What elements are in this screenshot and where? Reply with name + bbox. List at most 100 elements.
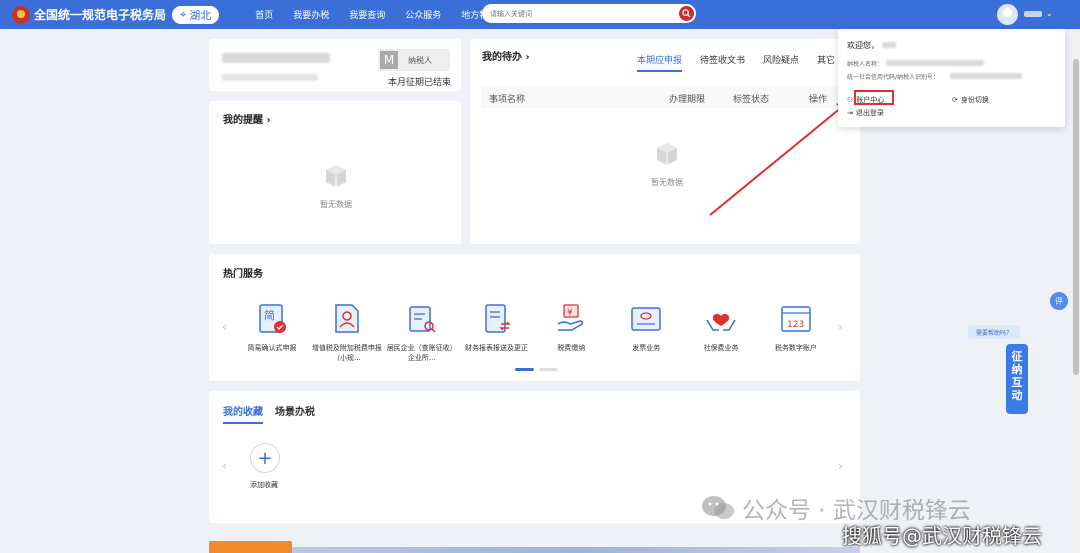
service-invoice[interactable]: 发票业务 (610, 302, 682, 363)
service-label: 税费缴纳 (557, 344, 586, 352)
todo-title[interactable]: 我的待办 › (482, 48, 530, 63)
nav-public-service[interactable]: 公众服务 (405, 8, 441, 21)
account-center-menu-item[interactable]: ⚇ 账户中心 (847, 95, 884, 105)
user-dropdown: 欢迎您， 纳税人名称： 统一社会信用代码/纳税人识别号： ⚇ 账户中心 ⟳ 身份… (838, 29, 1065, 127)
chevron-right-icon[interactable]: › (838, 459, 843, 473)
sohu-watermark: 搜狐号@武汉财税锋云 (842, 524, 1042, 548)
refresh-icon: ⟳ (952, 96, 958, 104)
reminders-title[interactable]: 我的提醒 › (223, 111, 271, 126)
main-nav: 首页 我要办税 我要查询 公众服务 地方特色 (255, 8, 497, 21)
page-scrollbar[interactable] (1072, 29, 1080, 553)
logout-menu-item[interactable]: ⇥ 退出登录 (847, 108, 884, 118)
tax-interaction-button[interactable]: 征纳互动 (1006, 344, 1028, 414)
service-label: 简易确认式申报 (247, 344, 297, 352)
empty-box-icon (657, 143, 677, 165)
service-label: 税务数字账户 (774, 344, 817, 352)
service-label: 居民企业（查账征收）企业所... (386, 344, 457, 362)
service-vat-filing[interactable]: 增值税及附加税费申报（小规... (311, 302, 383, 363)
hot-services-title: 热门服务 (223, 269, 263, 280)
bottom-banner (292, 547, 860, 553)
taxpayer-name-masked (222, 53, 330, 63)
chevron-down-icon[interactable]: ⌄ (1046, 9, 1053, 18)
service-social-insurance[interactable]: 社保费业务 (685, 302, 757, 363)
reminders-empty: 暂无数据 (296, 163, 376, 210)
service-label: 增值税及附加税费申报（小规... (311, 344, 382, 362)
carousel-dot-1[interactable] (515, 368, 534, 371)
annotation-arrow-icon (709, 98, 853, 216)
tab-current-filing[interactable]: 本期应申报 (637, 53, 683, 72)
carousel-dots (515, 368, 558, 371)
switch-identity-menu-item[interactable]: ⟳ 身份切换 (952, 95, 989, 105)
service-tax-payment[interactable]: ¥ 税费缴纳 (535, 302, 607, 363)
social-insurance-icon (706, 313, 736, 331)
plus-icon: + (257, 447, 273, 469)
help-bubble[interactable]: 需要帮助吗？ (968, 325, 1020, 339)
add-favorite-button[interactable]: + (250, 443, 280, 473)
taxpayer-type-badge: M 纳税人 (378, 49, 450, 71)
service-financial-report[interactable]: 财务报表报送及更正 (461, 302, 533, 363)
user-icon: ⚇ (847, 96, 854, 104)
region-label: 湖北 (189, 8, 212, 22)
interaction-label: 征纳互动 (1011, 350, 1023, 402)
service-label: 社保费业务 (703, 344, 739, 352)
scrollbar-thumb[interactable] (1073, 59, 1079, 375)
chevron-right-icon[interactable]: › (838, 320, 843, 334)
tab-scenario-tax[interactable]: 场景办税 (275, 403, 315, 424)
add-favorite-label: 添加收藏 (250, 481, 278, 489)
service-label: 财务报表报送及更正 (465, 344, 529, 352)
digital-account-icon: 123 (781, 306, 811, 332)
chevron-left-icon[interactable]: ‹ (222, 320, 227, 334)
simple-form-icon: 简 (259, 304, 286, 333)
service-digital-account[interactable]: 123 税务数字账户 (760, 302, 832, 363)
site-title[interactable]: 全国统一规范电子税务局 (34, 6, 166, 23)
badge-text: 纳税人 (408, 55, 432, 65)
nav-home[interactable]: 首页 (255, 8, 273, 21)
report-swap-icon (484, 304, 511, 333)
search-input[interactable] (482, 9, 672, 18)
badge-letter: M (380, 51, 398, 69)
wechat-icon (702, 496, 734, 519)
top-header: 全国统一规范电子税务局 ⌖ 湖北 首页 我要办税 我要查询 公众服务 地方特色 … (0, 0, 1080, 29)
tab-other[interactable]: 其它 (817, 53, 835, 72)
favorites-tabs: 我的收藏 场景办税 (223, 403, 315, 424)
region-selector[interactable]: ⌖ 湖北 (172, 5, 220, 24)
tab-my-favorites[interactable]: 我的收藏 (223, 403, 263, 424)
service-enterprise-income-tax[interactable]: 居民企业（查账征收）企业所... (386, 302, 458, 363)
taxpayer-name-value-masked (886, 60, 984, 66)
enterprise-search-icon (408, 306, 436, 333)
service-simple-filing[interactable]: 简 简易确认式申报 (236, 302, 308, 363)
search-button[interactable] (679, 6, 694, 21)
empty-text: 暂无数据 (320, 200, 352, 209)
svg-text:简: 简 (264, 308, 275, 322)
logout-icon: ⇥ (847, 109, 853, 117)
tax-payment-icon: ¥ (557, 304, 584, 331)
empty-text: 暂无数据 (651, 178, 683, 187)
feedback-button[interactable]: 评 (1050, 292, 1068, 310)
tab-risk-points[interactable]: 风险疑点 (763, 53, 799, 72)
search-icon (682, 9, 691, 18)
user-name-masked (882, 42, 896, 48)
welcome-text: 欢迎您， (847, 41, 879, 50)
empty-box-icon (326, 165, 346, 187)
todo-tabs: 本期应申报 待签收文书 风险疑点 其它 (637, 53, 835, 72)
svg-text:123: 123 (787, 320, 804, 330)
col-item-name: 事项名称 (489, 95, 526, 105)
svg-text:¥: ¥ (567, 308, 573, 318)
bottom-banner-tab (209, 541, 292, 553)
nav-tax-handling[interactable]: 我要办税 (293, 8, 329, 21)
user-name-masked[interactable] (1024, 11, 1042, 17)
hot-services-list: 简 简易确认式申报 增值税及附加税费申报（小规... 居民企业（查账征收）企业所… (236, 302, 832, 363)
chevron-left-icon[interactable]: ‹ (222, 459, 227, 473)
taxpayer-id-masked (222, 74, 318, 81)
vat-person-icon (335, 304, 359, 333)
credit-code-value-masked (950, 73, 1022, 79)
carousel-dot-2[interactable] (539, 368, 558, 371)
avatar[interactable] (997, 4, 1018, 25)
todo-empty: 暂无数据 (627, 141, 707, 188)
tax-emblem-icon (12, 5, 30, 24)
period-status: 本月征期已结束 (388, 78, 452, 88)
nav-query[interactable]: 我要查询 (349, 8, 385, 21)
taxpayer-name-label: 纳税人名称： (847, 61, 884, 68)
tab-documents-to-sign[interactable]: 待签收文书 (700, 53, 745, 72)
location-pin-icon: ⌖ (180, 7, 187, 21)
